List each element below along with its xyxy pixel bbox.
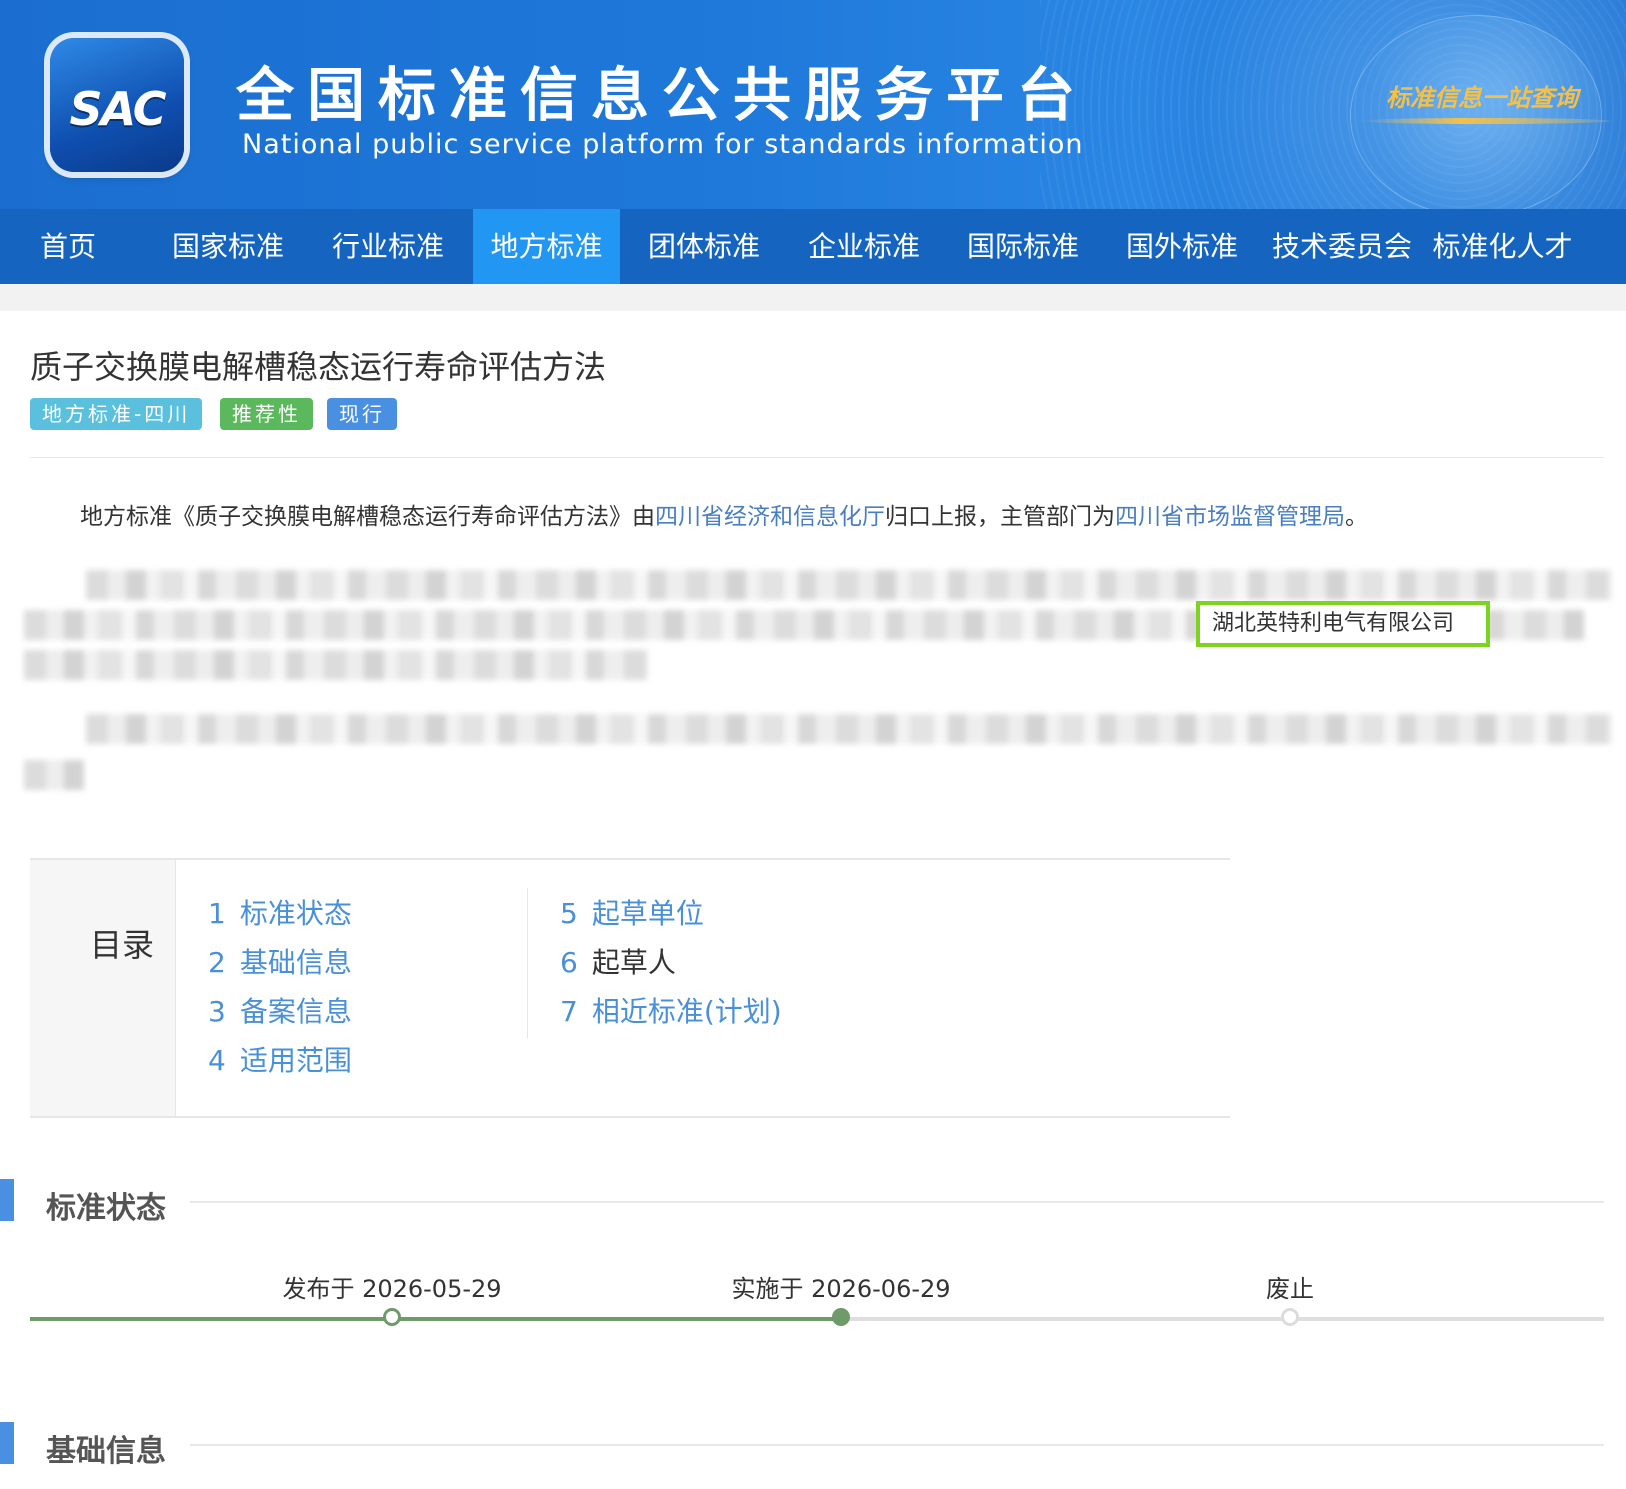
timeline-dot-implemented xyxy=(832,1308,850,1326)
timeline-dot-published xyxy=(383,1308,401,1326)
main-nav: 首页 国家标准 行业标准 地方标准 团体标准 企业标准 国际标准 国外标准 技术… xyxy=(0,209,1626,284)
standard-description: 地方标准《质子交换膜电解槽稳态运行寿命评估方法》由四川省经济和信息化厅归口上报，… xyxy=(80,497,1368,531)
desc-mid: 归口上报，主管部门为 xyxy=(885,504,1115,530)
standard-title: 质子交换膜电解槽稳态运行寿命评估方法 xyxy=(30,348,607,386)
divider xyxy=(30,457,1604,458)
toc-label-column: 目录 xyxy=(30,860,176,1116)
toc-divider xyxy=(527,888,528,1038)
toc-num: 4 xyxy=(208,1044,226,1077)
redacted-text xyxy=(86,570,1612,600)
toc-item-drafting-units[interactable]: 5 起草单位 xyxy=(560,892,704,932)
nav-item-local[interactable]: 地方标准 xyxy=(473,209,620,284)
site-title-en: National public service platform for sta… xyxy=(242,129,1084,160)
nav-item-foreign[interactable]: 国外标准 xyxy=(1114,209,1250,284)
toc-label: 目录 xyxy=(90,926,155,964)
site-title-cn: 全国标准信息公共服务平台 xyxy=(236,61,1089,129)
nav-item-home[interactable]: 首页 xyxy=(0,209,136,284)
toc-num: 6 xyxy=(560,946,578,979)
slogan: 标准信息一站查询 xyxy=(1386,83,1578,112)
toc-num: 2 xyxy=(208,946,226,979)
section-accent-bar xyxy=(0,1179,14,1221)
toc-item-similar-standards[interactable]: 7 相近标准(计划) xyxy=(560,990,782,1030)
site-header-banner: SAC 全国标准信息公共服务平台 National public service… xyxy=(0,0,1626,209)
timeline-label-published: 发布于 2026-05-29 xyxy=(282,1275,502,1303)
toc-text: 起草人 xyxy=(591,946,676,979)
toc-text: 基础信息 xyxy=(239,946,352,979)
nav-item-talent[interactable]: 标准化人才 xyxy=(1425,209,1580,284)
toc-text: 适用范围 xyxy=(239,1044,352,1077)
nav-item-international[interactable]: 国际标准 xyxy=(955,209,1091,284)
sac-logo[interactable]: SAC xyxy=(50,38,184,172)
timeline-dot-abolished xyxy=(1281,1308,1299,1326)
nav-item-group[interactable]: 团体标准 xyxy=(636,209,772,284)
tag-recommended: 推荐性 xyxy=(220,398,313,430)
nav-item-enterprise[interactable]: 企业标准 xyxy=(796,209,932,284)
toc-num: 7 xyxy=(560,995,578,1028)
table-of-contents: 目录 1 标准状态 2 基础信息 3 备案信息 4 适用范围 5 起草单位 6 起草人 7相… xyxy=(30,858,1230,1118)
toc-text: 起草单位 xyxy=(591,897,704,930)
toc-item-drafters[interactable]: 6 起草人 xyxy=(560,941,676,981)
section-rule xyxy=(190,1444,1604,1446)
timeline-label-implemented: 实施于 2026-06-29 xyxy=(731,1275,951,1303)
nav-item-industry[interactable]: 行业标准 xyxy=(320,209,456,284)
highlighted-company: 湖北英特利电气有限公司 xyxy=(1196,601,1490,647)
link-supervising-dept[interactable]: 四川省市场监督管理局 xyxy=(1115,504,1345,530)
section-rule xyxy=(190,1201,1604,1203)
nav-item-national[interactable]: 国家标准 xyxy=(160,209,296,284)
timeline-progress xyxy=(30,1317,841,1321)
toc-text: 标准状态 xyxy=(239,897,352,930)
section-accent-bar xyxy=(0,1422,14,1464)
toc-item-scope[interactable]: 4 适用范围 xyxy=(208,1039,352,1079)
redacted-text xyxy=(24,650,648,680)
redacted-text xyxy=(24,760,84,790)
desc-prefix: 地方标准《质子交换膜电解槽稳态运行寿命评估方法》由 xyxy=(80,504,655,530)
logo-text: SAC xyxy=(69,82,166,136)
toc-item-filing[interactable]: 3 备案信息 xyxy=(208,990,352,1030)
desc-suffix: 。 xyxy=(1345,504,1368,530)
timeline-label-abolished: 废止 xyxy=(1266,1275,1314,1303)
tag-category: 地方标准-四川 xyxy=(30,398,203,430)
toc-num: 3 xyxy=(208,995,226,1028)
toc-text: 备案信息 xyxy=(239,995,352,1028)
toc-num: 1 xyxy=(208,897,226,930)
tag-current: 现行 xyxy=(327,398,397,430)
nav-spacer xyxy=(0,284,1626,311)
section-title-basic: 基础信息 xyxy=(46,1434,166,1469)
slogan-swoosh-decoration xyxy=(1360,118,1610,124)
toc-item-status[interactable]: 1 标准状态 xyxy=(208,892,352,932)
section-title-status: 标准状态 xyxy=(46,1191,166,1226)
redacted-text xyxy=(86,714,1612,744)
toc-text: 相近标准(计划) xyxy=(591,995,782,1028)
toc-item-basic[interactable]: 2 基础信息 xyxy=(208,941,352,981)
toc-num: 5 xyxy=(560,897,578,930)
nav-item-committee[interactable]: 技术委员会 xyxy=(1267,209,1417,284)
link-competent-dept[interactable]: 四川省经济和信息化厅 xyxy=(655,504,885,530)
